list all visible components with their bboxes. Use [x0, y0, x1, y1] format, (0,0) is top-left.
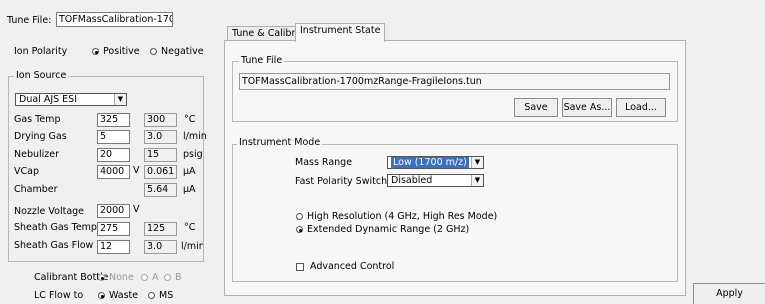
drying-gas-setpoint[interactable]: 5 — [97, 130, 130, 144]
nebulizer-setpoint[interactable]: 20 — [97, 148, 130, 162]
radio-icon — [98, 274, 105, 281]
nozzle-voltage-unit: V — [133, 204, 140, 215]
ion-source-select[interactable]: Dual AJS ESI ▼ — [15, 93, 127, 106]
radio-icon — [164, 274, 171, 281]
tune-file-group-title: Tune File — [239, 55, 285, 66]
tab-instrument-state[interactable]: Instrument State — [295, 23, 386, 42]
sheath-gas-flow-setpoint[interactable]: 12 — [97, 240, 130, 254]
gas-temp-label: Gas Temp — [14, 114, 61, 125]
radio-icon — [296, 213, 303, 220]
sheath-gas-temp-unit: °C — [184, 222, 196, 233]
tune-file-label: Tune File: — [7, 15, 52, 26]
radio-icon — [141, 274, 148, 281]
radio-icon — [92, 48, 99, 55]
sheath-gas-flow-unit: l/min — [181, 241, 203, 252]
ion-source-title: Ion Source — [14, 70, 69, 81]
mass-range-label: Mass Range — [295, 157, 353, 168]
calibrant-b-radio[interactable]: B — [164, 272, 182, 283]
vcap-unit: µA — [183, 166, 196, 177]
lc-flow-ms-radio[interactable]: MS — [148, 290, 173, 301]
mass-range-select[interactable]: Low (1700 m/z) ▼ — [387, 156, 484, 169]
drying-gas-label: Drying Gas — [14, 131, 67, 142]
sheath-gas-temp-actual: 125 — [144, 222, 177, 236]
calibrant-none-radio[interactable]: None — [98, 272, 134, 283]
radio-icon — [296, 226, 303, 233]
sheath-gas-flow-actual: 3.0 — [144, 240, 177, 254]
advanced-control-checkbox[interactable]: Advanced Control — [296, 261, 394, 272]
chevron-down-icon: ▼ — [471, 175, 483, 186]
radio-icon — [98, 292, 105, 299]
gas-temp-setpoint[interactable]: 325 — [97, 113, 130, 127]
apply-button[interactable]: Apply — [693, 283, 765, 304]
instrument-mode-title: Instrument Mode — [237, 137, 323, 148]
save-button[interactable]: Save — [514, 98, 558, 117]
chevron-down-icon: ▼ — [114, 94, 126, 105]
polarity-positive-radio[interactable]: Positive — [92, 46, 140, 57]
polarity-negative-radio[interactable]: Negative — [150, 46, 204, 57]
chamber-actual: 5.64 — [144, 183, 177, 197]
vcap-setpoint[interactable]: 4000 — [97, 165, 130, 179]
tune-file-path: TOFMassCalibration-1700mzRange-FragileIo… — [239, 73, 670, 90]
vcap-setpoint-unit: V — [133, 165, 140, 176]
drying-gas-unit: l/min — [183, 131, 207, 142]
gas-temp-unit: °C — [184, 114, 196, 125]
lc-flow-label: LC Flow to — [34, 290, 84, 301]
sheath-gas-flow-label: Sheath Gas Flow — [14, 240, 94, 251]
nebulizer-label: Nebulizer — [14, 149, 60, 160]
chevron-down-icon: ▼ — [471, 157, 483, 168]
gas-temp-actual: 300 — [144, 113, 177, 127]
drying-gas-actual: 3.0 — [144, 130, 177, 144]
nozzle-voltage-label: Nozzle Voltage — [14, 206, 85, 217]
nebulizer-actual: 15 — [144, 148, 177, 162]
vcap-actual: 0.061 — [144, 165, 177, 179]
high-resolution-radio[interactable]: High Resolution (4 GHz, High Res Mode) — [296, 211, 497, 222]
nozzle-voltage-setpoint[interactable]: 2000 — [97, 204, 130, 218]
ion-polarity-label: Ion Polarity — [14, 46, 68, 57]
radio-icon — [148, 292, 155, 299]
save-as-button[interactable]: Save As... — [562, 98, 612, 117]
checkbox-icon — [296, 262, 304, 271]
tune-file-field[interactable]: TOFMassCalibration-1700mzRange-Fraj — [56, 12, 173, 27]
calibrant-a-radio[interactable]: A — [141, 272, 159, 283]
sheath-gas-temp-label: Sheath Gas Temp — [14, 222, 97, 233]
lc-flow-waste-radio[interactable]: Waste — [98, 290, 138, 301]
fast-polarity-label: Fast Polarity Switching — [295, 176, 402, 187]
chamber-label: Chamber — [14, 184, 58, 195]
load-button[interactable]: Load... — [616, 98, 666, 117]
radio-icon — [150, 48, 157, 55]
fast-polarity-select[interactable]: Disabled ▼ — [387, 174, 484, 187]
vcap-label: VCap — [14, 166, 39, 177]
extended-dynamic-range-radio[interactable]: Extended Dynamic Range (2 GHz) — [296, 224, 469, 235]
chamber-unit: µA — [183, 184, 196, 195]
nebulizer-unit: psig — [183, 149, 203, 160]
sheath-gas-temp-setpoint[interactable]: 275 — [97, 222, 130, 236]
